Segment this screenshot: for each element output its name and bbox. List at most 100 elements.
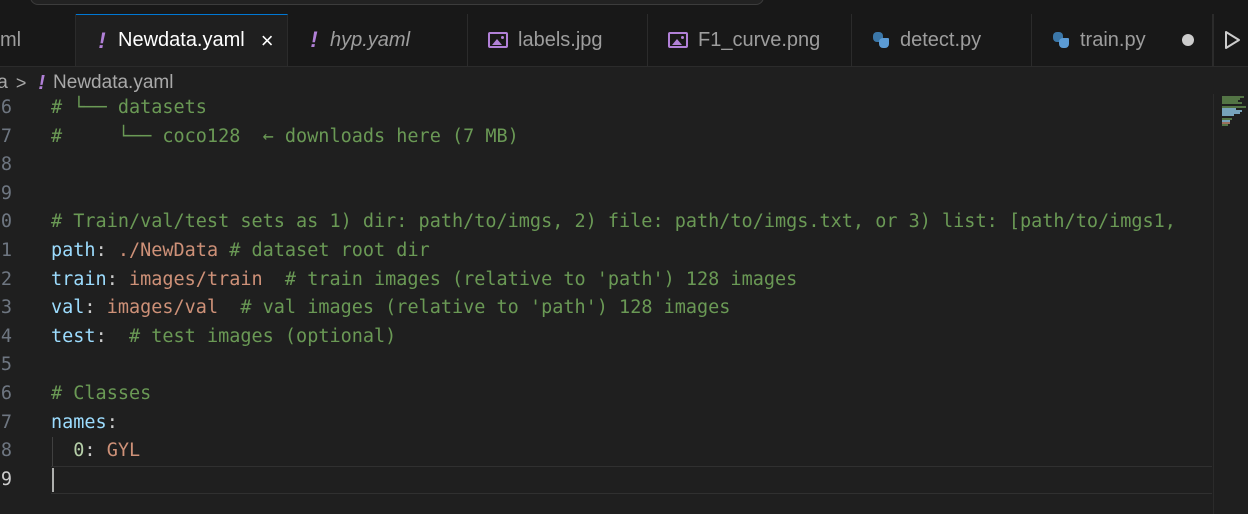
run-button[interactable] [1213, 14, 1248, 66]
python-icon [1052, 31, 1070, 49]
code-line[interactable]: 7 # └── coco128 ← downloads here (7 MB) [0, 123, 1212, 152]
code-editor[interactable]: 6 # └── datasets 7 # └── coco128 ← download… [0, 94, 1212, 514]
code-token: # val images (relative to 'path') 128 im… [218, 297, 731, 319]
current-line-highlight [51, 465, 1212, 495]
code-text: # └── coco128 ← downloads here (7 MB) [51, 123, 519, 152]
yaml-icon: ! [98, 27, 106, 53]
code-line[interactable]: 1 path: ./NewData # dataset root dir [0, 237, 1212, 266]
code-text: test: # test images (optional) [51, 323, 396, 352]
code-line[interactable]: 9 [0, 465, 1212, 495]
code-token: test [51, 325, 96, 347]
indent-guide [52, 437, 53, 466]
code-text: # └── datasets [51, 94, 207, 123]
editor-tab-bar: ml ! Newdata.yaml × ! hyp.yaml labels.jp… [0, 14, 1248, 67]
yaml-icon: ! [310, 27, 318, 52]
code-token: ./NewData [117, 240, 219, 261]
line-number: 4 [0, 325, 12, 347]
code-token: path [51, 240, 96, 261]
line-number: 3 [0, 297, 12, 319]
line-number: 9 [0, 468, 12, 490]
breadcrumb-folder[interactable]: ta [0, 72, 8, 94]
play-icon [1224, 31, 1240, 49]
line-number: 7 [0, 125, 12, 147]
code-token: : [84, 440, 107, 462]
code-token: images/train [128, 268, 263, 290]
tab-label: Newdata.yaml [118, 29, 245, 51]
command-center[interactable] [30, 0, 764, 5]
line-number: 1 [0, 240, 12, 261]
code-line[interactable]: 6 # Classes [0, 380, 1212, 409]
minimap-line [1222, 124, 1228, 126]
code-text: 0: GYL [51, 437, 140, 466]
line-number: 9 [0, 182, 12, 204]
code-token: : [106, 268, 129, 290]
code-line[interactable]: 7 names: [0, 409, 1212, 438]
line-number: 0 [0, 211, 12, 233]
tab-label: train.py [1080, 28, 1146, 51]
code-token: : [95, 240, 118, 261]
tab-partial-yaml[interactable]: ml [0, 14, 76, 66]
tab-label: detect.py [900, 28, 982, 51]
image-icon [668, 32, 688, 48]
code-line[interactable]: 9 [0, 180, 1212, 209]
chevron-right-icon: > [15, 72, 27, 93]
code-token: # dataset root dir [218, 240, 430, 261]
tab-detect-py[interactable]: detect.py [852, 14, 1032, 66]
tab-f1-curve-png[interactable]: F1_curve.png [648, 14, 852, 66]
code-token: # └── coco128 ← downloads here (7 MB) [51, 125, 519, 147]
code-text: path: ./NewData # dataset root dir [51, 237, 430, 266]
line-number: 2 [0, 268, 12, 290]
breadcrumb-file[interactable]: Newdata.yaml [53, 72, 173, 94]
code-line[interactable]: 4 test: # test images (optional) [0, 323, 1212, 352]
code-line[interactable]: 6 # └── datasets [0, 94, 1212, 123]
code-token: # test images (optional) [128, 325, 397, 347]
minimap-line [1222, 102, 1242, 104]
line-number: 8 [0, 154, 12, 176]
code-token: # train images (relative to 'path') 128 … [262, 268, 798, 290]
unsaved-dot-icon[interactable] [1182, 34, 1194, 46]
code-token: images/val [106, 297, 219, 319]
tab-label: labels.jpg [518, 28, 603, 51]
line-number: 6 [0, 97, 12, 118]
code-text: # Classes [51, 380, 151, 409]
code-token: : [84, 297, 107, 319]
code-token: GYL [106, 440, 141, 462]
code-token: 0 [73, 440, 85, 462]
yaml-icon: ! [38, 71, 46, 94]
line-number: 8 [0, 440, 12, 462]
code-line[interactable]: 8 0: GYL [0, 437, 1212, 466]
code-text: names: [51, 409, 118, 438]
python-icon [872, 31, 890, 49]
line-number: 5 [0, 354, 12, 376]
code-token: # Train/val/test sets as 1) dir: path/to… [51, 211, 1176, 233]
code-text: train: images/train # train images (rela… [51, 266, 797, 295]
code-line[interactable]: 5 [0, 351, 1212, 380]
code-token: # └── datasets [51, 97, 207, 118]
code-token: names [51, 411, 107, 433]
code-token: : [95, 325, 129, 347]
code-text: # Train/val/test sets as 1) dir: path/to… [51, 208, 1176, 237]
code-line[interactable]: 0 # Train/val/test sets as 1) dir: path/t… [0, 208, 1212, 237]
image-icon [488, 32, 508, 48]
title-bar [0, 0, 1248, 14]
minimap-line [1222, 114, 1234, 116]
tab-train-py[interactable]: train.py [1032, 14, 1213, 66]
code-token: val [51, 297, 85, 319]
code-text: val: images/val # val images (relative t… [51, 294, 730, 323]
code-token: : [106, 411, 118, 433]
minimap[interactable] [1213, 94, 1248, 514]
code-line[interactable]: 8 [0, 151, 1212, 180]
line-number: 7 [0, 411, 12, 433]
code-token: # Classes [51, 383, 152, 404]
code-line[interactable]: 3 val: images/val # val images (relative … [0, 294, 1212, 323]
tab-newdata-yaml[interactable]: ! Newdata.yaml × [76, 14, 288, 66]
tab-label: ml [0, 28, 22, 51]
code-token: train [51, 268, 107, 290]
code-line[interactable]: 2 train: images/train # train images (rel… [0, 266, 1212, 295]
close-icon[interactable]: × [261, 28, 274, 54]
tab-labels-jpg[interactable]: labels.jpg [468, 14, 648, 66]
tab-hyp-yaml[interactable]: ! hyp.yaml [288, 14, 468, 66]
text-cursor [52, 467, 54, 492]
tab-label: hyp.yaml [330, 28, 411, 51]
